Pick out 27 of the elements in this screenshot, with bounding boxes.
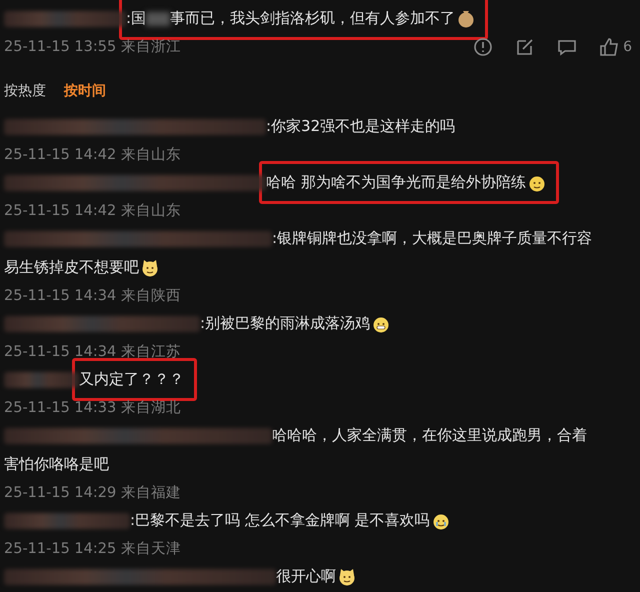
comment-text: :你家32强不也是这样走的吗: [266, 116, 456, 137]
comment-meta: 25-11-15 14:25 来自天津: [4, 540, 182, 558]
comment-meta: 25-11-15 14:34 来自陕西: [4, 287, 182, 305]
comment-meta: 25-11-15 13:55 来自浙江: [4, 38, 182, 56]
comment-text: :国: [126, 8, 146, 29]
comment-meta: 25-11-15 14:29 来自福建: [4, 484, 182, 502]
comment-text: 哈哈哈，人家全满贯，在你这里说成跑男，合着: [272, 425, 587, 446]
comment-meta: 25-11-15 14:34 来自江苏: [4, 343, 182, 361]
comment-text: 害怕你咯咯是吧: [4, 454, 109, 475]
comment-text: :别被巴黎的雨淋成落汤鸡: [200, 313, 370, 334]
comment-meta: 25-11-15 14:42 来自山东: [4, 146, 182, 164]
edit-icon[interactable]: [515, 36, 536, 56]
comment-text: :巴黎不是去了吗 怎么不拿金牌啊 是不喜欢吗: [130, 510, 430, 531]
like-count: 6: [623, 38, 632, 54]
comment-text: :银牌铜牌也没拿啊，大概是巴奥牌子质量不行容: [272, 228, 592, 249]
comment-text: 很开心啊: [276, 566, 336, 587]
comment-meta: 25-11-15 14:42 来自山东: [4, 202, 182, 220]
redacted-text: [146, 12, 170, 26]
like-icon[interactable]: [599, 36, 620, 56]
sort-tab[interactable]: 按时间: [64, 82, 106, 100]
sort-tab[interactable]: 按热度: [4, 82, 46, 100]
comment-text: 又内定了？？？: [79, 369, 184, 390]
report-icon[interactable]: [473, 36, 494, 56]
comment-text: 事而已，我头剑指洛杉矶，但有人参加不了: [170, 8, 456, 29]
comment-meta: 25-11-15 14:33 来自湖北: [4, 399, 182, 417]
comment-text: 易生锈掉皮不想要吧: [4, 257, 139, 278]
comment-text: 哈哈 那为啥不为国争光而是给外协陪练: [266, 172, 526, 193]
